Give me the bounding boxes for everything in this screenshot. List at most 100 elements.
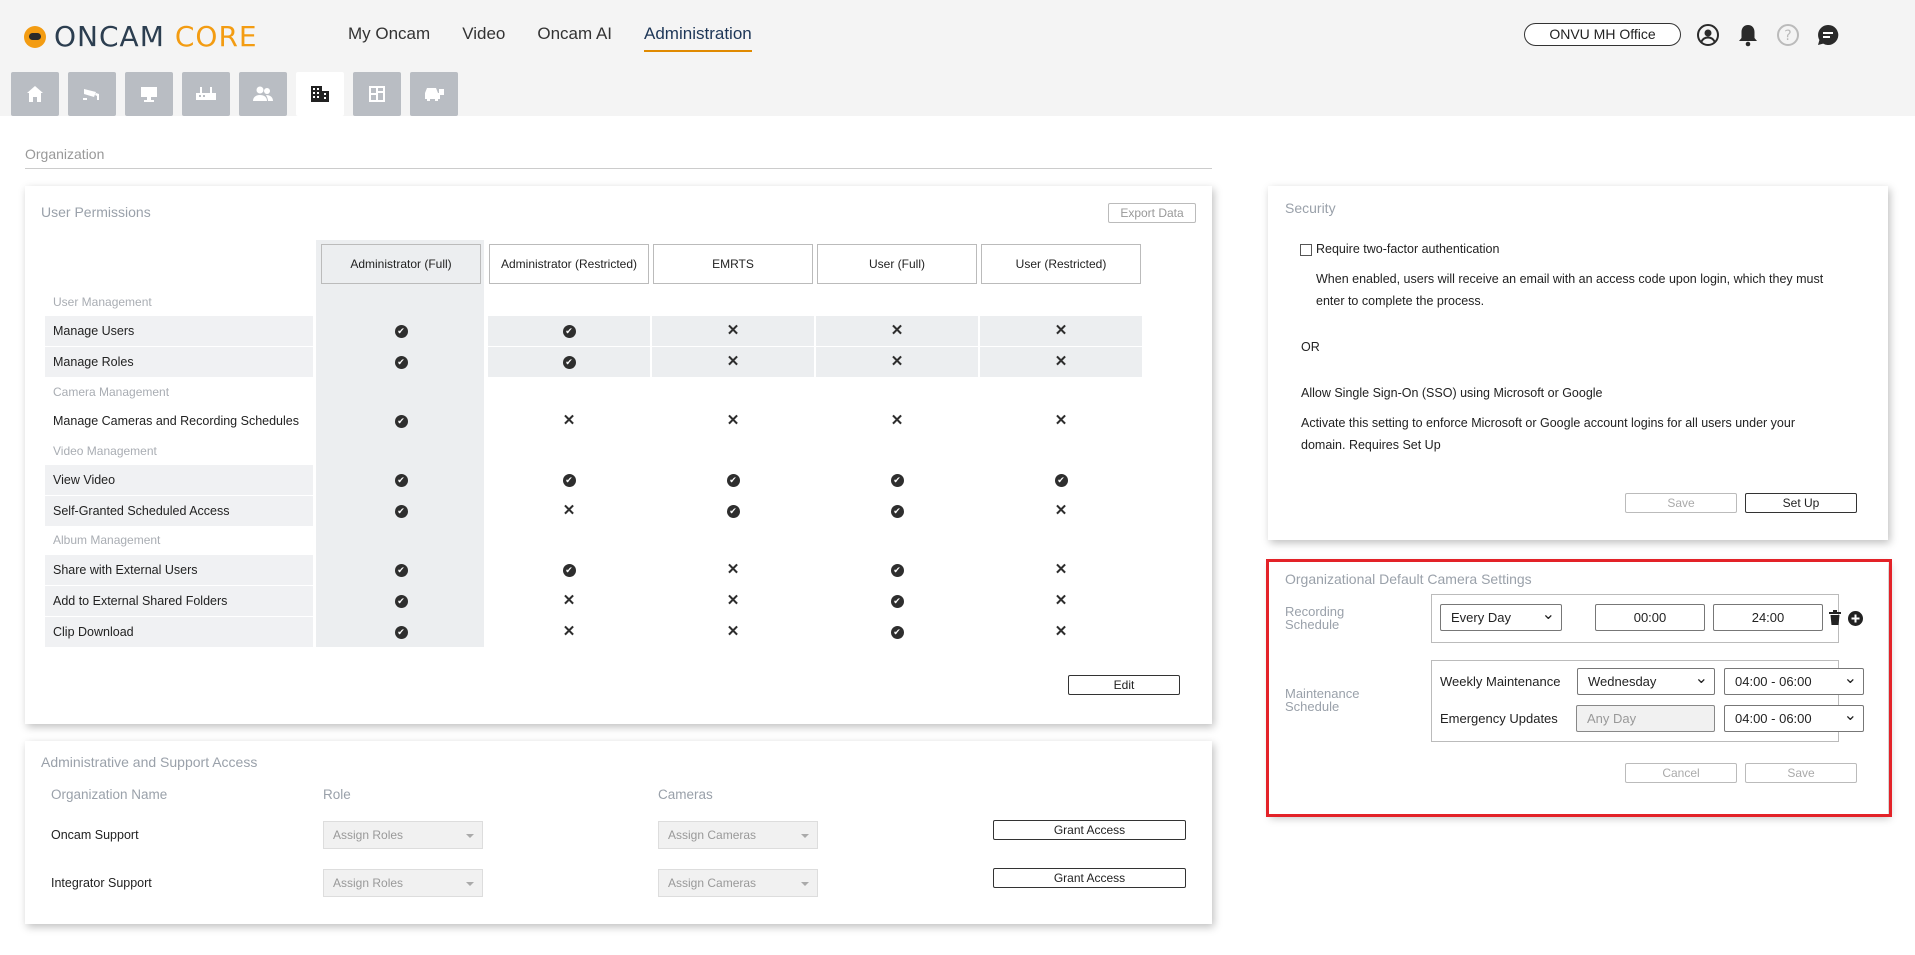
nav-my-oncam[interactable]: My Oncam	[348, 24, 430, 52]
header-organization-name: Organization Name	[51, 787, 168, 802]
assign-cameras-select[interactable]: Assign Cameras	[658, 869, 818, 897]
check-icon: ✔	[1054, 473, 1068, 487]
svg-text:?: ?	[1784, 28, 1791, 44]
two-factor-description-line1: When enabled, users will receive an emai…	[1316, 272, 1824, 286]
cross-icon: ✕	[1054, 623, 1068, 640]
bell-icon[interactable]	[1735, 22, 1761, 48]
support-access-title: Administrative and Support Access	[41, 754, 258, 770]
grant-access-button[interactable]: Grant Access	[993, 868, 1186, 888]
sso-description-line2: domain. Requires Set Up	[1301, 438, 1441, 452]
admin-full-column-bg	[316, 240, 484, 647]
header-cameras: Cameras	[658, 787, 713, 802]
users-icon[interactable]	[239, 72, 287, 116]
logo-text-oncam: ONCAM	[54, 20, 165, 53]
nav-administration[interactable]: Administration	[644, 24, 752, 52]
cross-icon: ✕	[562, 412, 576, 429]
cross-icon: ✕	[726, 322, 740, 339]
admin-toolbar	[0, 68, 1915, 116]
vehicle-icon[interactable]	[410, 72, 458, 116]
top-bar: ONCAM CORE My Oncam Video Oncam AI Admin…	[0, 0, 1915, 68]
camera-icon[interactable]	[68, 72, 116, 116]
group-user-management: User Management	[53, 295, 152, 309]
two-factor-checkbox[interactable]	[1300, 244, 1312, 256]
nav-oncam-ai[interactable]: Oncam AI	[537, 24, 612, 52]
permission-row-label: Manage Roles	[45, 347, 313, 377]
check-icon: ✔	[394, 414, 408, 428]
cross-icon: ✕	[1054, 322, 1068, 339]
grant-access-button[interactable]: Grant Access	[993, 820, 1186, 840]
cross-icon: ✕	[726, 353, 740, 370]
two-factor-label[interactable]: Require two-factor authentication	[1316, 238, 1499, 260]
sso-setup-button[interactable]: Set Up	[1745, 493, 1857, 513]
check-icon: ✔	[394, 504, 408, 518]
user-permissions-title: User Permissions	[41, 204, 151, 220]
cross-icon: ✕	[890, 412, 904, 429]
check-icon: ✔	[394, 625, 408, 639]
cross-icon: ✕	[1054, 353, 1068, 370]
cross-icon: ✕	[1054, 592, 1068, 609]
permission-row-label: Manage Users	[45, 316, 313, 346]
cross-icon: ✕	[726, 561, 740, 578]
user-profile-icon[interactable]	[1695, 22, 1721, 48]
sso-label: Allow Single Sign-On (SSO) using Microso…	[1301, 386, 1603, 400]
group-video-management: Video Management	[53, 444, 157, 458]
check-icon: ✔	[890, 625, 904, 639]
check-icon: ✔	[394, 473, 408, 487]
cross-icon: ✕	[1054, 561, 1068, 578]
floorplan-icon[interactable]	[353, 72, 401, 116]
col-header-admin-restricted: Administrator (Restricted)	[489, 244, 649, 284]
permission-row-label: Self-Granted Scheduled Access	[45, 496, 313, 526]
check-icon: ✔	[394, 324, 408, 338]
permission-row-label: Add to External Shared Folders	[45, 586, 313, 616]
security-save-button[interactable]: Save	[1625, 493, 1737, 513]
site-selector[interactable]: ONVU MH Office	[1524, 23, 1681, 46]
security-title: Security	[1285, 200, 1336, 216]
check-icon: ✔	[562, 355, 576, 369]
export-data-button[interactable]: Export Data	[1108, 203, 1196, 223]
cross-icon: ✕	[562, 592, 576, 609]
monitor-icon[interactable]	[125, 72, 173, 116]
help-icon[interactable]: ?	[1775, 22, 1801, 48]
group-album-management: Album Management	[53, 533, 161, 547]
header-role: Role	[323, 787, 351, 802]
check-icon: ✔	[394, 563, 408, 577]
cross-icon: ✕	[726, 412, 740, 429]
oncam-core-logo[interactable]: ONCAM CORE	[24, 20, 258, 53]
cross-icon: ✕	[890, 322, 904, 339]
organization-title: Organization	[25, 146, 105, 162]
check-icon: ✔	[890, 594, 904, 608]
or-separator: OR	[1301, 340, 1320, 354]
access-row-name: Oncam Support	[51, 828, 139, 842]
check-icon: ✔	[890, 563, 904, 577]
cross-icon: ✕	[1054, 412, 1068, 429]
recorder-icon[interactable]	[182, 72, 230, 116]
check-icon: ✔	[890, 504, 904, 518]
home-icon[interactable]	[11, 72, 59, 116]
building-icon[interactable]	[296, 72, 344, 116]
assign-roles-select[interactable]: Assign Roles	[323, 821, 483, 849]
check-icon: ✔	[394, 355, 408, 369]
permission-row-label: Share with External Users	[45, 555, 313, 585]
check-icon: ✔	[394, 594, 408, 608]
col-header-user-restricted: User (Restricted)	[981, 244, 1141, 284]
chat-icon[interactable]	[1815, 22, 1841, 48]
col-header-admin-full: Administrator (Full)	[321, 244, 481, 284]
assign-roles-select[interactable]: Assign Roles	[323, 869, 483, 897]
check-icon: ✔	[562, 563, 576, 577]
cross-icon: ✕	[726, 623, 740, 640]
nav-video[interactable]: Video	[462, 24, 505, 52]
edit-permissions-button[interactable]: Edit	[1068, 675, 1180, 695]
check-icon: ✔	[562, 473, 576, 487]
cross-icon: ✕	[562, 502, 576, 519]
check-icon: ✔	[726, 473, 740, 487]
assign-cameras-select[interactable]: Assign Cameras	[658, 821, 818, 849]
two-factor-description-line2: enter to complete the process.	[1316, 294, 1485, 308]
permission-row-label: Clip Download	[45, 617, 313, 647]
logo-mark-icon	[24, 25, 46, 48]
access-row-name: Integrator Support	[51, 876, 152, 890]
permission-row-label: Manage Cameras and Recording Schedules	[53, 414, 299, 428]
cross-icon: ✕	[1054, 502, 1068, 519]
group-camera-management: Camera Management	[53, 385, 170, 399]
highlight-box	[1266, 559, 1892, 817]
col-header-user-full: User (Full)	[817, 244, 977, 284]
